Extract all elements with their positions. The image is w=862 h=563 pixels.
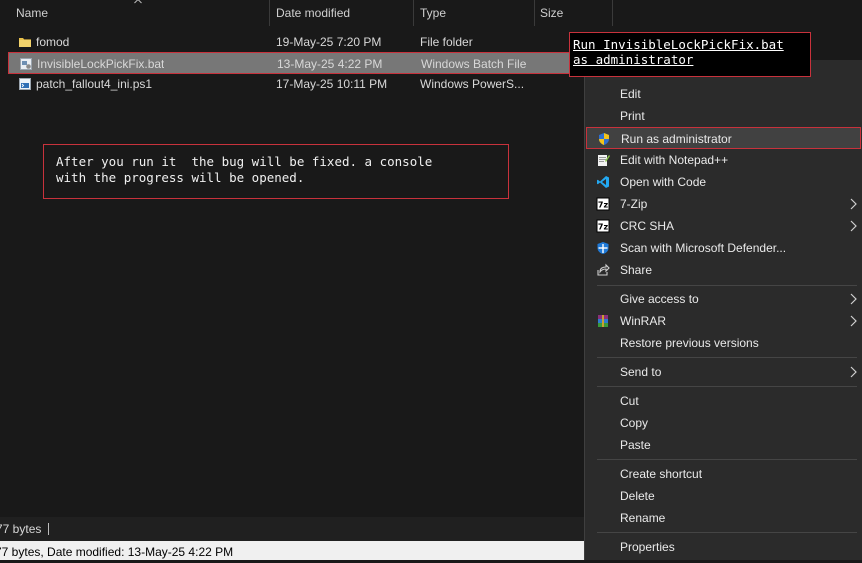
svg-text:7z: 7z <box>598 201 609 210</box>
menu-item-label: Give access to <box>620 292 699 306</box>
menu-item-share[interactable]: Share <box>585 259 862 281</box>
menu-item-label: Cut <box>620 394 639 408</box>
menu-item-label: Send to <box>620 365 662 379</box>
menu-item-restore-previous-versions[interactable]: Restore previous versions <box>585 332 862 354</box>
menu-item-edit-with-notepadpp[interactable]: Edit with Notepad++ <box>585 149 862 171</box>
menu-item-label: Print <box>620 109 645 123</box>
menu-item-paste[interactable]: Paste <box>585 434 862 456</box>
chevron-right-icon <box>850 366 857 378</box>
menu-item-label: Create shortcut <box>620 467 703 481</box>
7zip-icon: 7z <box>596 219 610 233</box>
column-separator[interactable] <box>612 0 613 26</box>
batch-file-icon <box>20 58 32 70</box>
menu-item-send-to[interactable]: Send to <box>585 361 862 383</box>
column-separator[interactable] <box>413 0 414 26</box>
menu-item-delete[interactable]: Delete <box>585 485 862 507</box>
menu-item-copy[interactable]: Copy <box>585 412 862 434</box>
file-type: File folder <box>420 35 473 49</box>
column-date-header[interactable]: Date modified <box>276 0 350 26</box>
menu-item-label: Paste <box>620 438 651 452</box>
column-separator[interactable] <box>269 0 270 26</box>
callout-annotation: Run InvisibleLockPickFix.bat as administ… <box>569 32 811 77</box>
column-name-header[interactable]: Name <box>16 0 48 26</box>
menu-item-label: Scan with Microsoft Defender... <box>620 241 787 255</box>
file-row-patch-fallout4-ini[interactable]: patch_fallout4_ini.ps1 17-May-25 10:11 P… <box>0 73 584 95</box>
chevron-right-icon <box>850 198 857 210</box>
menu-item-label: Restore previous versions <box>620 336 759 350</box>
winrar-icon <box>598 315 608 327</box>
menu-separator <box>597 357 857 358</box>
menu-item-label: Edit <box>620 87 641 101</box>
menu-item-print[interactable]: Print <box>585 105 862 127</box>
shield-icon <box>599 133 609 145</box>
menu-item-label: CRC SHA <box>620 219 675 233</box>
defender-icon <box>597 242 609 254</box>
file-date: 17-May-25 10:11 PM <box>276 77 388 91</box>
folder-icon <box>19 38 31 47</box>
menu-item-label: WinRAR <box>620 314 667 328</box>
menu-item-open-with-code[interactable]: Open with Code <box>585 171 862 193</box>
file-date: 13-May-25 4:22 PM <box>277 57 383 71</box>
column-type-header[interactable]: Type <box>420 0 446 26</box>
menu-item-label: 7-Zip <box>620 197 648 211</box>
menu-item-label: Rename <box>620 511 666 525</box>
file-type: Windows Batch File <box>421 57 527 71</box>
menu-item-label: Open with Code <box>620 175 707 189</box>
menu-item-edit[interactable]: Edit <box>585 83 862 105</box>
notepadpp-icon <box>598 155 610 166</box>
details-status-bar: 77 bytes, Date modified: 13-May-25 4:22 … <box>0 541 584 560</box>
menu-item-run-as-administrator[interactable]: Run as administrator <box>586 127 861 149</box>
menu-item-properties[interactable]: Properties <box>585 536 862 558</box>
menu-item-label: Share <box>620 263 653 277</box>
file-name: fomod <box>36 35 70 49</box>
chevron-right-icon <box>850 220 857 232</box>
status-item-size: 77 bytes <box>0 522 42 536</box>
powershell-file-icon <box>19 78 31 90</box>
column-header-bar: Name Date modified Type Size <box>0 0 862 26</box>
context-menu: Edit Print Run as administrator Edit wit… <box>584 60 862 560</box>
menu-item-label: Properties <box>620 540 675 554</box>
menu-item-rename[interactable]: Rename <box>585 507 862 529</box>
file-name: InvisibleLockPickFix.bat <box>37 57 165 71</box>
menu-item-crc-sha[interactable]: 7z CRC SHA <box>585 215 862 237</box>
file-row-invisiblelockpickfix[interactable]: InvisibleLockPickFix.bat 13-May-25 4:22 … <box>8 52 584 74</box>
menu-separator <box>597 532 857 533</box>
menu-item-label: Edit with Notepad++ <box>620 153 729 167</box>
menu-item-give-access-to[interactable]: Give access to <box>585 288 862 310</box>
file-row-fomod[interactable]: fomod 19-May-25 7:20 PM File folder <box>0 31 584 53</box>
share-icon <box>597 263 610 276</box>
vscode-icon <box>597 176 609 188</box>
instruction-note: After you run it the bug will be fixed. … <box>43 144 509 199</box>
svg-text:7z: 7z <box>598 223 609 232</box>
menu-item-7zip[interactable]: 7z 7-Zip <box>585 193 862 215</box>
status-divider <box>48 523 49 535</box>
sort-ascending-icon <box>134 0 142 4</box>
file-date: 19-May-25 7:20 PM <box>276 35 382 49</box>
file-type: Windows PowerS... <box>420 77 525 91</box>
status-bar: 77 bytes <box>0 517 584 541</box>
menu-item-label: Run as administrator <box>621 132 732 146</box>
menu-item-scan-with-defender[interactable]: Scan with Microsoft Defender... <box>585 237 862 259</box>
menu-item-winrar[interactable]: WinRAR <box>585 310 862 332</box>
menu-item-create-shortcut[interactable]: Create shortcut <box>585 463 862 485</box>
chevron-right-icon <box>850 293 857 305</box>
column-separator[interactable] <box>534 0 535 26</box>
7zip-icon: 7z <box>596 197 610 211</box>
menu-separator <box>597 459 857 460</box>
menu-item-label: Copy <box>620 416 649 430</box>
menu-item-label: Delete <box>620 489 655 503</box>
menu-item-cut[interactable]: Cut <box>585 390 862 412</box>
menu-separator <box>597 285 857 286</box>
file-name: patch_fallout4_ini.ps1 <box>36 77 153 91</box>
chevron-right-icon <box>850 315 857 327</box>
menu-separator <box>597 386 857 387</box>
column-size-header[interactable]: Size <box>540 0 563 26</box>
